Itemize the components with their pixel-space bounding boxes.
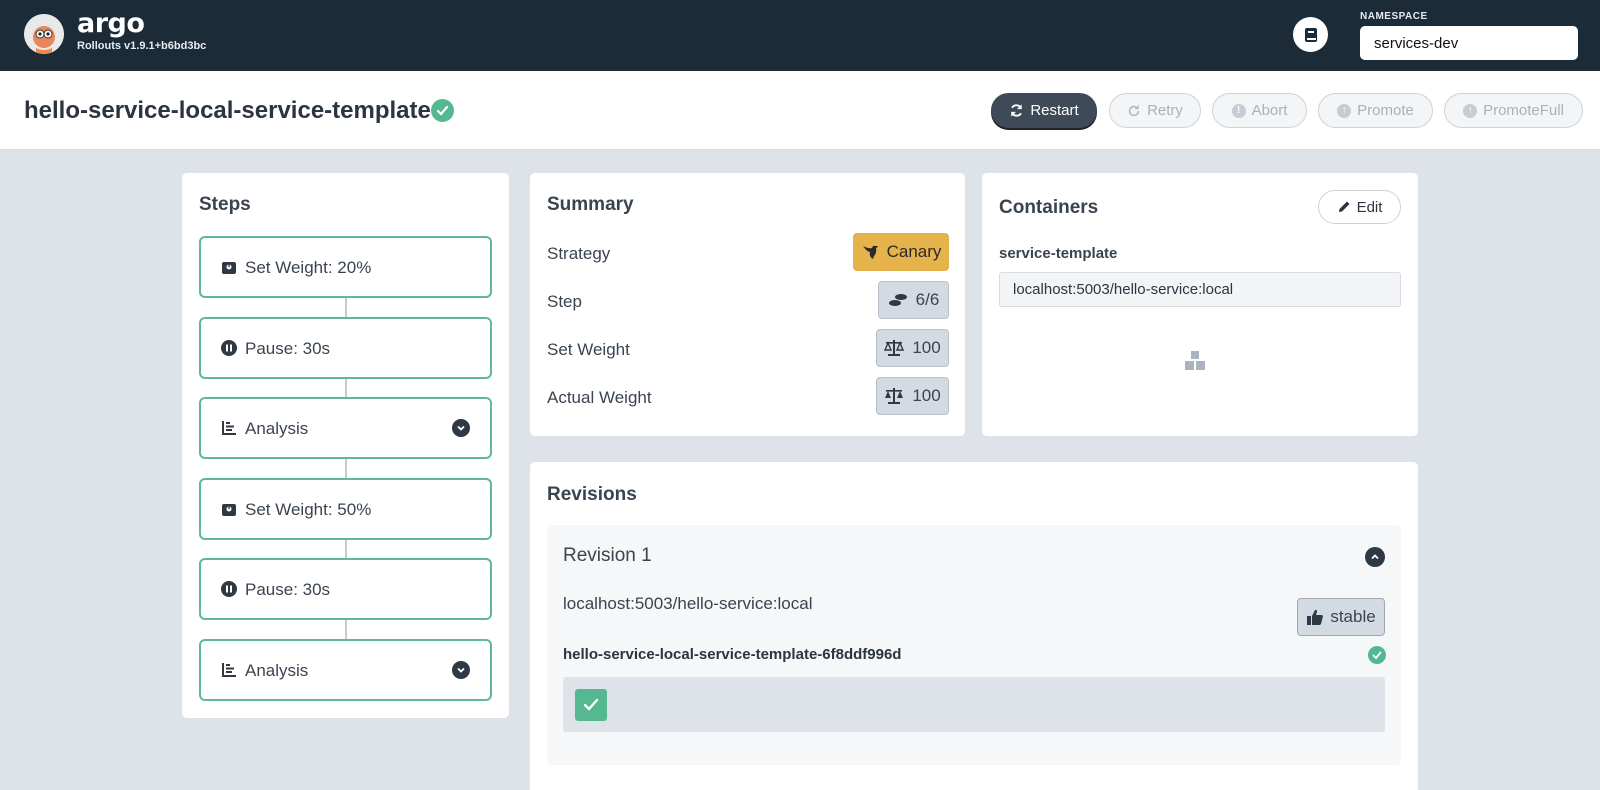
balance-scale-icon bbox=[885, 388, 904, 404]
rollout-header: hello-service-local-service-template Res… bbox=[0, 71, 1600, 150]
container-name: service-template bbox=[999, 245, 1118, 262]
step-label: Step bbox=[547, 292, 582, 311]
step-set-weight[interactable]: Set Weight: 50% bbox=[199, 478, 492, 540]
strategy-badge: Canary bbox=[853, 233, 949, 271]
version-label: Rollouts v1.9.1+b6bd3bc bbox=[77, 40, 207, 52]
arrow-up-icon: ↑ bbox=[1337, 103, 1352, 118]
step-label: Pause: 30s bbox=[245, 580, 331, 599]
namespace-input[interactable] bbox=[1360, 26, 1578, 60]
retry-icon bbox=[1128, 104, 1140, 116]
argo-logo[interactable] bbox=[24, 14, 64, 54]
pods-container bbox=[563, 677, 1385, 732]
step-label: Pause: 30s bbox=[245, 339, 331, 358]
set-weight-label: Set Weight bbox=[547, 340, 630, 359]
revision-image: localhost:5003/hello-service:local bbox=[563, 594, 813, 613]
brand-name: argo bbox=[77, 8, 145, 39]
bird-icon bbox=[862, 245, 878, 259]
chart-icon bbox=[222, 421, 236, 435]
step-pause[interactable]: Pause: 30s bbox=[199, 558, 492, 620]
balance-scale-icon bbox=[884, 340, 905, 356]
step-label: Set Weight: 20% bbox=[245, 258, 372, 277]
pencil-icon bbox=[1338, 201, 1350, 212]
step-set-weight[interactable]: Set Weight: 20% bbox=[199, 236, 492, 298]
step-connector bbox=[345, 620, 347, 639]
namespace-label: NAMESPACE bbox=[1360, 11, 1428, 22]
step-analysis[interactable]: Analysis bbox=[199, 639, 492, 701]
thumbs-up-icon bbox=[1307, 609, 1324, 625]
actual-weight-label: Actual Weight bbox=[547, 388, 652, 407]
chevron-up-icon[interactable] bbox=[1365, 547, 1385, 567]
weight-icon bbox=[222, 262, 236, 274]
check-icon bbox=[583, 698, 599, 711]
replicaset-name: hello-service-local-service-template-6f8… bbox=[563, 646, 902, 663]
chart-icon bbox=[222, 663, 236, 677]
pod-ready[interactable] bbox=[575, 689, 607, 721]
retry-button[interactable]: Retry bbox=[1109, 93, 1201, 128]
shoe-prints-icon bbox=[888, 294, 907, 306]
top-navbar: argo Rollouts v1.9.1+b6bd3bc NAMESPACE bbox=[0, 0, 1600, 71]
boxes-icon bbox=[1185, 351, 1205, 370]
containers-title: Containers bbox=[999, 197, 1099, 218]
restart-button[interactable]: Restart bbox=[991, 93, 1097, 128]
step-connector bbox=[345, 540, 347, 559]
healthy-status-icon bbox=[431, 99, 454, 122]
chevron-down-icon[interactable] bbox=[452, 661, 470, 679]
set-weight-badge: 100 bbox=[876, 329, 949, 367]
promote-button[interactable]: ↑ Promote bbox=[1318, 93, 1433, 128]
weight-icon bbox=[222, 504, 236, 516]
abort-button[interactable]: ! Abort bbox=[1212, 93, 1307, 128]
book-icon bbox=[1304, 27, 1317, 42]
strategy-label: Strategy bbox=[547, 244, 611, 263]
step-label: Set Weight: 50% bbox=[245, 500, 372, 519]
edit-button[interactable]: Edit bbox=[1318, 190, 1401, 224]
documentation-button[interactable] bbox=[1293, 17, 1328, 52]
step-connector bbox=[345, 459, 347, 478]
actual-weight-badge: 100 bbox=[876, 377, 949, 415]
steps-title: Steps bbox=[199, 194, 251, 215]
promote-full-button[interactable]: ↑ PromoteFull bbox=[1444, 93, 1583, 128]
pause-icon bbox=[221, 340, 237, 356]
revisions-title: Revisions bbox=[547, 484, 637, 505]
step-label: Analysis bbox=[245, 661, 309, 680]
refresh-icon bbox=[1011, 104, 1023, 117]
step-pause[interactable]: Pause: 30s bbox=[199, 317, 492, 379]
stable-badge: stable bbox=[1297, 598, 1385, 636]
exclamation-icon: ! bbox=[1231, 103, 1246, 118]
revision-title: Revision 1 bbox=[563, 545, 652, 566]
pause-icon bbox=[221, 581, 237, 597]
replicaset-healthy-icon bbox=[1368, 646, 1386, 664]
summary-title: Summary bbox=[547, 194, 634, 215]
container-image-input[interactable] bbox=[999, 272, 1401, 307]
step-analysis[interactable]: Analysis bbox=[199, 397, 492, 459]
step-badge: 6/6 bbox=[878, 281, 949, 319]
step-connector bbox=[345, 298, 347, 317]
step-label: Analysis bbox=[245, 419, 309, 438]
chevron-down-icon[interactable] bbox=[452, 419, 470, 437]
rollout-title: hello-service-local-service-template bbox=[24, 97, 431, 124]
arrow-up-icon: ↑ bbox=[1463, 103, 1478, 118]
step-connector bbox=[345, 379, 347, 398]
